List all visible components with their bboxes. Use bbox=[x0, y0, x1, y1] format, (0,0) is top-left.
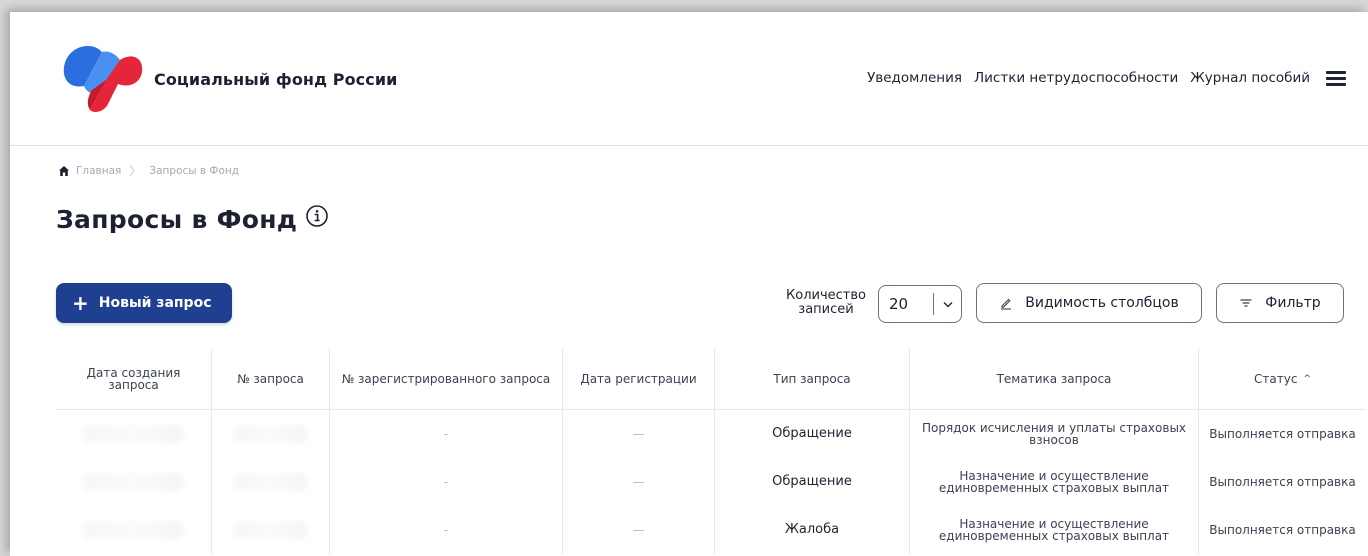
cell-status: Выполняется отправка bbox=[1209, 475, 1356, 489]
requests-table: Дата создания запроса № запроса № зареги… bbox=[56, 348, 1366, 554]
col-request-topic[interactable]: Тематика запроса bbox=[910, 348, 1199, 409]
cell-created-date bbox=[56, 410, 212, 458]
pencil-icon bbox=[1001, 298, 1012, 310]
redacted-value bbox=[83, 425, 184, 443]
sfr-logo[interactable] bbox=[58, 40, 146, 118]
plus-icon: + bbox=[72, 291, 89, 315]
col-request-type[interactable]: Тип запроса bbox=[715, 348, 910, 409]
table-header: Дата создания запроса № запроса № зареги… bbox=[56, 348, 1366, 410]
nav-benefits-journal[interactable]: Журнал пособий bbox=[1190, 70, 1310, 86]
col-registration-date[interactable]: Дата регистрации bbox=[563, 348, 715, 409]
cell-request-number bbox=[212, 410, 330, 458]
cell-request-topic: Назначение и осуществление единовременны… bbox=[910, 506, 1199, 554]
cell-created-date bbox=[56, 506, 212, 554]
filter-icon bbox=[1240, 299, 1252, 307]
col-created-date[interactable]: Дата создания запроса bbox=[56, 348, 212, 409]
cell-request-number bbox=[212, 506, 330, 554]
col-registered-number-label: № зарегистрированного запроса bbox=[341, 371, 551, 386]
col-status[interactable]: Статус ^ bbox=[1199, 348, 1366, 409]
redacted-value bbox=[83, 521, 184, 539]
site-header: Социальный фонд России Уведомления Листк… bbox=[10, 12, 1368, 146]
table-row[interactable]: - — Обращение Порядок исчисления и уплат… bbox=[56, 410, 1366, 458]
redacted-value bbox=[233, 473, 308, 491]
columns-visibility-button[interactable]: Видимость столбцов bbox=[976, 283, 1202, 323]
new-request-label: Новый запрос bbox=[98, 295, 212, 311]
col-request-topic-label: Тематика запроса bbox=[996, 371, 1112, 386]
nav-notifications[interactable]: Уведомления bbox=[867, 70, 962, 86]
home-icon[interactable] bbox=[58, 165, 70, 177]
cell-request-type: Обращение bbox=[715, 410, 910, 458]
breadcrumb-current: Запросы в Фонд bbox=[149, 164, 240, 177]
cell-request-topic: Порядок исчисления и уплаты страховых вз… bbox=[910, 410, 1199, 458]
brand-name: Социальный фонд России bbox=[154, 70, 398, 89]
filter-label: Фильтр bbox=[1265, 295, 1321, 311]
new-request-button[interactable]: + Новый запрос bbox=[56, 283, 232, 323]
table-row[interactable]: - — Жалоба Назначение и осуществление ед… bbox=[56, 506, 1366, 554]
page-title: Запросы в Фонд bbox=[56, 205, 298, 234]
cell-status: Выполняется отправка bbox=[1209, 427, 1356, 441]
cell-status: Выполняется отправка bbox=[1209, 523, 1356, 537]
breadcrumb: Главная 〉 Запросы в Фонд bbox=[58, 162, 239, 179]
nav-sick-leaves[interactable]: Листки нетрудоспособности bbox=[974, 70, 1178, 86]
cell-registration-date: — bbox=[563, 506, 715, 554]
col-request-type-label: Тип запроса bbox=[773, 371, 851, 386]
info-icon[interactable] bbox=[305, 204, 329, 228]
breadcrumb-home[interactable]: Главная bbox=[76, 165, 121, 177]
columns-visibility-label: Видимость столбцов bbox=[1025, 295, 1179, 311]
chevron-right-icon: 〉 bbox=[129, 164, 142, 178]
cell-request-type: Обращение bbox=[715, 458, 910, 506]
cell-request-topic: Назначение и осуществление единовременны… bbox=[910, 458, 1199, 506]
col-status-label: Статус bbox=[1254, 371, 1298, 386]
col-registration-date-label: Дата регистрации bbox=[580, 371, 697, 386]
chevron-down-icon bbox=[934, 301, 961, 308]
page: Социальный фонд России Уведомления Листк… bbox=[10, 12, 1368, 556]
cell-registered-number: - bbox=[330, 506, 563, 554]
records-count-value: 20 bbox=[889, 295, 909, 313]
col-created-date-label: Дата создания запроса bbox=[86, 365, 181, 392]
cell-registered-number: - bbox=[330, 410, 563, 458]
cell-registration-date: — bbox=[563, 410, 715, 458]
hamburger-icon[interactable] bbox=[1326, 71, 1346, 86]
filter-button[interactable]: Фильтр bbox=[1216, 283, 1344, 323]
col-request-number[interactable]: № запроса bbox=[212, 348, 330, 409]
cell-registration-date: — bbox=[563, 458, 715, 506]
redacted-value bbox=[233, 425, 308, 443]
col-registered-number[interactable]: № зарегистрированного запроса bbox=[330, 348, 563, 409]
redacted-value bbox=[83, 473, 184, 491]
cell-created-date bbox=[56, 458, 212, 506]
records-count-select[interactable]: 20 bbox=[878, 285, 962, 323]
col-request-number-label: № запроса bbox=[237, 371, 304, 386]
sort-asc-icon[interactable]: ^ bbox=[1303, 373, 1311, 385]
top-navigation: Уведомления Листки нетрудоспособности Жу… bbox=[867, 70, 1346, 86]
redacted-value bbox=[233, 521, 308, 539]
cell-request-number bbox=[212, 458, 330, 506]
cell-registered-number: - bbox=[330, 458, 563, 506]
cell-request-type: Жалоба bbox=[715, 506, 910, 554]
records-count-label: Количество записей bbox=[786, 288, 866, 317]
title-row: Запросы в Фонд bbox=[56, 204, 329, 234]
table-row[interactable]: - — Обращение Назначение и осуществление… bbox=[56, 458, 1366, 506]
